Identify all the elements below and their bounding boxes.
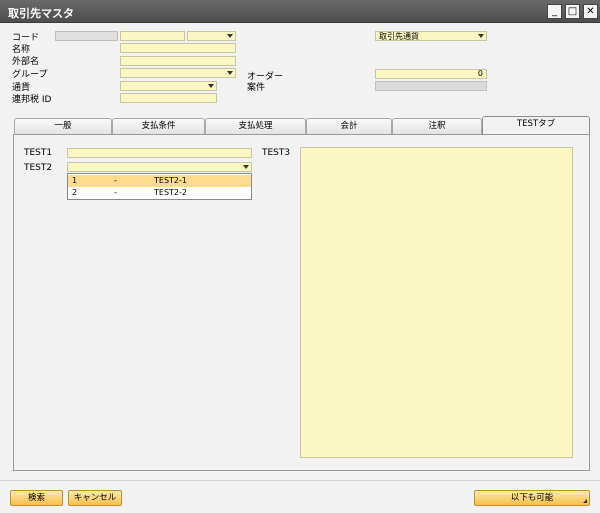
option-code: 1 [72, 176, 78, 185]
copy-to-label: 以下も可能 [510, 493, 554, 503]
foreign-name-label: 外部名 [12, 57, 40, 67]
order-value: 0 [477, 69, 483, 78]
federal-tax-id-label: 連邦税 ID [12, 95, 52, 105]
foreign-name-input[interactable] [120, 56, 236, 66]
test1-label: TEST1 [24, 148, 53, 158]
test1-input[interactable] [67, 148, 252, 158]
tab-payment-run[interactable]: 支払処理 [205, 118, 306, 134]
currency-type-select[interactable]: 取引先通貨 [375, 31, 487, 41]
chevron-down-icon [208, 84, 214, 88]
minimize-button[interactable]: _ [547, 4, 562, 19]
footer-divider [0, 480, 600, 481]
project-field[interactable] [375, 81, 487, 91]
tab-test[interactable]: TESTタブ [482, 116, 590, 135]
test3-textarea[interactable] [300, 147, 573, 458]
chevron-down-icon [243, 165, 249, 169]
code-series-field[interactable] [55, 31, 118, 41]
close-button[interactable]: ✕ [583, 4, 598, 19]
name-input[interactable] [120, 43, 236, 53]
code-input[interactable] [120, 31, 185, 41]
tab-remarks[interactable]: 注釈 [392, 118, 482, 134]
project-label: 案件 [247, 83, 266, 93]
option-name: TEST2-1 [154, 176, 187, 185]
option-code: 2 [72, 188, 78, 197]
copy-to-button[interactable]: 以下も可能 [474, 490, 590, 506]
option-separator: - [114, 176, 117, 185]
code-type-select[interactable] [187, 31, 236, 41]
chevron-down-icon [478, 34, 484, 38]
chevron-down-icon [227, 71, 233, 75]
group-select[interactable] [120, 68, 236, 78]
test3-label: TEST3 [262, 148, 291, 158]
test2-label: TEST2 [24, 163, 53, 173]
maximize-button[interactable]: □ [565, 4, 580, 19]
federal-tax-id-input[interactable] [120, 93, 217, 103]
currency-type-value: 取引先通貨 [379, 32, 419, 41]
currency-select[interactable] [120, 81, 217, 91]
window-title: 取引先マスタ [8, 7, 74, 20]
window-titlebar[interactable] [0, 0, 600, 23]
search-button[interactable]: 検索 [10, 490, 63, 506]
dropdown-option-1[interactable]: 1 - TEST2-1 [68, 175, 251, 187]
cancel-button[interactable]: キャンセル [68, 490, 122, 506]
option-separator: - [114, 188, 117, 197]
test2-select[interactable] [67, 162, 252, 172]
tab-accounting[interactable]: 会計 [306, 118, 392, 134]
chevron-down-icon [227, 34, 233, 38]
tab-general[interactable]: 一般 [14, 118, 112, 134]
test2-dropdown-list[interactable]: 1 - TEST2-1 2 - TEST2-2 [67, 173, 252, 200]
tab-payment-terms[interactable]: 支払条件 [112, 118, 205, 134]
option-name: TEST2-2 [154, 188, 187, 197]
dropdown-option-2[interactable]: 2 - TEST2-2 [68, 187, 251, 199]
corner-arrow-icon [583, 499, 587, 503]
group-label: グループ [12, 70, 48, 80]
order-field[interactable]: 0 [375, 69, 487, 79]
